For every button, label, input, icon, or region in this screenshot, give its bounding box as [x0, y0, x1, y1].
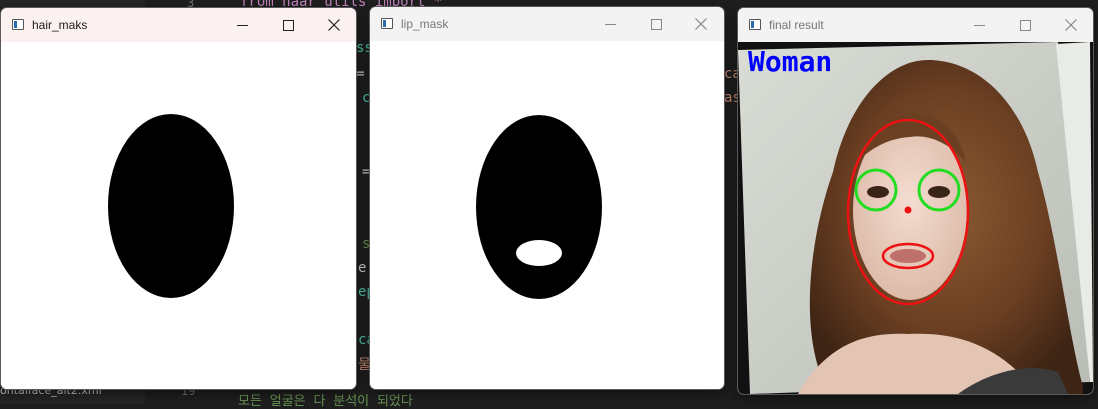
minimize-button[interactable]: [956, 8, 1002, 42]
close-button[interactable]: [678, 7, 724, 41]
code-fragment: 물: [358, 357, 371, 373]
lip-hole-ellipse: [516, 240, 562, 266]
close-icon: [328, 19, 340, 31]
hair-mask-image: [108, 114, 234, 298]
close-icon: [695, 18, 707, 30]
minimize-icon: [973, 24, 985, 26]
close-icon: [1065, 19, 1077, 31]
titlebar[interactable]: hair_maks: [1, 8, 356, 42]
left-eye: [867, 186, 889, 198]
maximize-icon: [650, 18, 662, 30]
close-button[interactable]: [1048, 8, 1093, 42]
window-title: final result: [769, 18, 824, 32]
window-hair-maks[interactable]: hair_maks: [1, 8, 356, 389]
window-app-icon: [381, 18, 393, 29]
window-app-icon: [12, 19, 24, 30]
maximize-button[interactable]: [633, 7, 679, 41]
window-app-icon: [749, 19, 761, 30]
lip-mask-image: [476, 115, 602, 299]
titlebar[interactable]: lip_mask: [370, 7, 724, 41]
maximize-icon: [1019, 19, 1031, 31]
lips: [890, 249, 926, 263]
titlebar[interactable]: final result: [738, 8, 1093, 42]
code-fragment: =: [356, 66, 365, 82]
window-title: lip_mask: [401, 17, 449, 31]
maximize-button[interactable]: [265, 8, 311, 42]
minimize-button[interactable]: [587, 7, 633, 41]
window-title: hair_maks: [32, 18, 88, 32]
face-center-dot: [904, 206, 912, 214]
code-line: 모든 얼굴은 다 분석이 되었다: [238, 394, 413, 409]
mask-canvas: [1, 42, 356, 389]
window-final-result[interactable]: final result Woman: [738, 8, 1093, 394]
minimize-button[interactable]: [219, 8, 265, 42]
maximize-icon: [282, 19, 294, 31]
mask-canvas: [370, 41, 724, 389]
face-mask-ellipse: [108, 114, 234, 298]
maximize-button[interactable]: [1002, 8, 1048, 42]
right-eye: [928, 186, 950, 198]
face-mask-ellipse: [476, 115, 602, 299]
final-result-image: Woman: [738, 42, 1093, 394]
close-button[interactable]: [311, 8, 356, 42]
result-canvas: Woman: [738, 42, 1093, 394]
gender-label: Woman: [748, 45, 832, 78]
minimize-icon: [604, 23, 616, 25]
window-lip-mask[interactable]: lip_mask: [370, 7, 724, 389]
minimize-icon: [236, 24, 248, 26]
